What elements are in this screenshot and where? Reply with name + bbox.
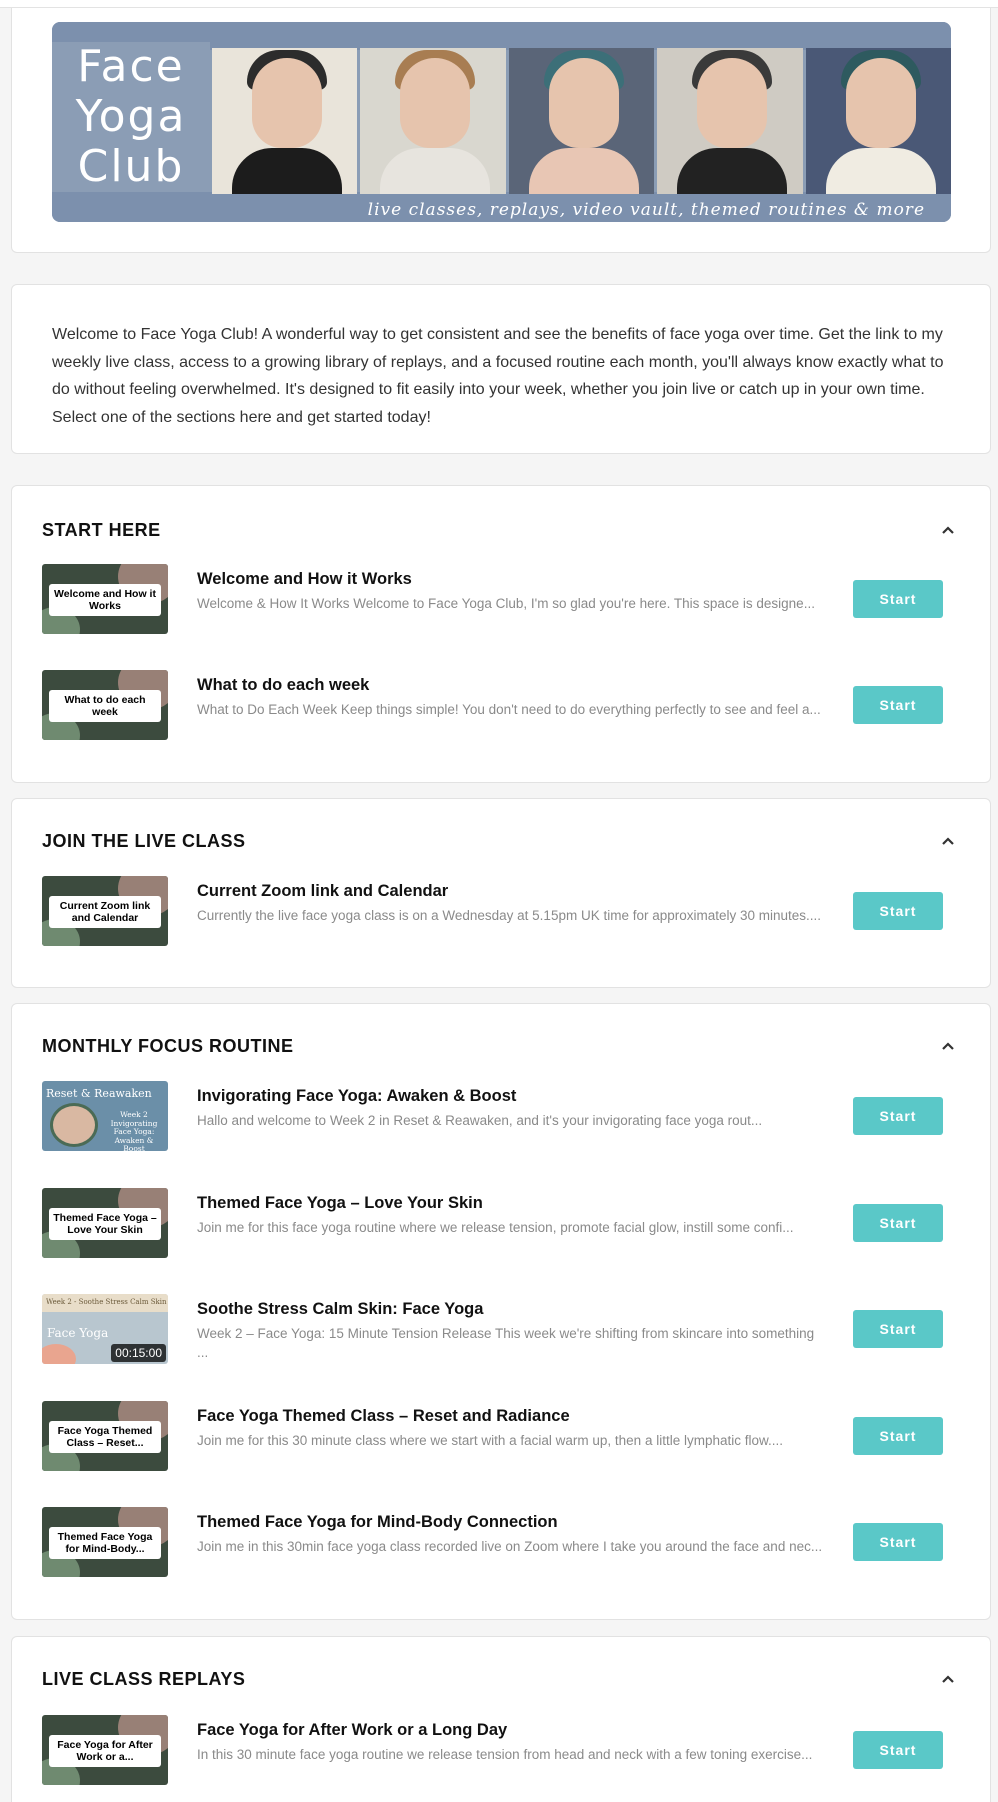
lesson-item[interactable]: Week 2 - Soothe Stress Calm Skin Face Yo…: [42, 1294, 962, 1364]
lesson-item[interactable]: Face Yoga for After Work or a... Face Yo…: [42, 1715, 962, 1785]
collapse-chevron-icon[interactable]: [940, 522, 956, 538]
thumbnail-title: Reset & Reawaken: [46, 1087, 152, 1100]
banner-photo: [805, 48, 951, 194]
start-button[interactable]: Start: [853, 1731, 943, 1769]
intro-card: Welcome to Face Yoga Club! A wonderful w…: [11, 284, 991, 454]
lesson-thumbnail[interactable]: Current Zoom link and Calendar: [42, 876, 168, 946]
start-button[interactable]: Start: [853, 686, 943, 724]
flower-decoration: [42, 1344, 76, 1364]
logo-text: Face: [77, 41, 185, 92]
collapse-chevron-icon[interactable]: [940, 1038, 956, 1054]
start-button[interactable]: Start: [853, 1523, 943, 1561]
thumbnail-face-photo: [50, 1103, 98, 1147]
lesson-item[interactable]: Welcome and How it Works Welcome and How…: [42, 564, 962, 634]
banner-tagline: live classes, replays, video vault, them…: [367, 200, 925, 220]
lesson-description: Join me for this face yoga routine where…: [197, 1220, 794, 1235]
lesson-title[interactable]: What to do each week: [197, 676, 369, 695]
lesson-description: Join me for this 30 minute class where w…: [197, 1433, 783, 1448]
lesson-item[interactable]: Themed Face Yoga for Mind-Body... Themed…: [42, 1507, 962, 1577]
collapse-chevron-icon[interactable]: [940, 833, 956, 849]
section-live-class-replays: LIVE CLASS REPLAYS Face Yoga for After W…: [11, 1636, 991, 1802]
course-banner: Face Yoga Club live classes, replays, vi…: [52, 22, 951, 222]
lesson-description: What to Do Each Week Keep things simple!…: [197, 702, 821, 717]
section-title: LIVE CLASS REPLAYS: [42, 1669, 246, 1689]
start-button[interactable]: Start: [853, 1097, 943, 1135]
thumbnail-title: Week 2 - Soothe Stress Calm Skin: [46, 1298, 167, 1306]
lesson-title[interactable]: Current Zoom link and Calendar: [197, 882, 448, 901]
lesson-thumbnail[interactable]: Face Yoga for After Work or a...: [42, 1715, 168, 1785]
lesson-title[interactable]: Face Yoga for After Work or a Long Day: [197, 1721, 507, 1740]
banner-card: Face Yoga Club live classes, replays, vi…: [11, 8, 991, 253]
thumbnail-label: Themed Face Yoga – Love Your Skin: [49, 1208, 161, 1240]
lesson-item[interactable]: Face Yoga Themed Class – Reset... Face Y…: [42, 1401, 962, 1471]
thumbnail-label: Themed Face Yoga for Mind-Body...: [49, 1527, 161, 1559]
section-title: MONTHLY FOCUS ROUTINE: [42, 1036, 294, 1056]
lesson-thumbnail[interactable]: Themed Face Yoga – Love Your Skin: [42, 1188, 168, 1258]
collapse-chevron-icon[interactable]: [940, 1671, 956, 1687]
section-title: JOIN THE LIVE CLASS: [42, 831, 246, 851]
section-start-here: START HERE Welcome and How it Works Welc…: [11, 485, 991, 783]
thumbnail-label: Face Yoga for After Work or a...: [49, 1735, 161, 1767]
video-duration: 00:15:00: [111, 1344, 166, 1362]
lesson-description: Week 2 – Face Yoga: 15 Minute Tension Re…: [197, 1326, 815, 1360]
lesson-thumbnail[interactable]: Themed Face Yoga for Mind-Body...: [42, 1507, 168, 1577]
lesson-item[interactable]: Current Zoom link and Calendar Current Z…: [42, 876, 962, 946]
logo-text: Yoga: [75, 91, 187, 142]
lesson-description: Welcome & How It Works Welcome to Face Y…: [197, 596, 815, 611]
start-button[interactable]: Start: [853, 1417, 943, 1455]
banner-photo: [360, 48, 506, 194]
lesson-title[interactable]: Soothe Stress Calm Skin: Face Yoga: [197, 1300, 483, 1319]
thumbnail-label: Welcome and How it Works: [49, 584, 161, 616]
banner-photo: [508, 48, 655, 194]
section-monthly-focus-routine: MONTHLY FOCUS ROUTINE Reset & Reawaken W…: [11, 1003, 991, 1620]
lesson-description: Join me in this 30min face yoga class re…: [197, 1539, 823, 1554]
lesson-title[interactable]: Themed Face Yoga – Love Your Skin: [197, 1194, 483, 1213]
logo-text: Club: [77, 141, 185, 192]
section-title: START HERE: [42, 520, 161, 540]
start-button[interactable]: Start: [853, 1310, 943, 1348]
start-button[interactable]: Start: [853, 1204, 943, 1242]
lesson-item[interactable]: Reset & Reawaken Week 2 Invigorating Fac…: [42, 1081, 962, 1151]
lesson-thumbnail[interactable]: Welcome and How it Works: [42, 564, 168, 634]
start-button[interactable]: Start: [853, 580, 943, 618]
lesson-description: In this 30 minute face yoga routine we r…: [197, 1747, 813, 1762]
lesson-title[interactable]: Welcome and How it Works: [197, 570, 412, 589]
intro-text: Welcome to Face Yoga Club! A wonderful w…: [52, 326, 944, 426]
lesson-title[interactable]: Invigorating Face Yoga: Awaken & Boost: [197, 1087, 516, 1106]
lesson-thumbnail[interactable]: Week 2 - Soothe Stress Calm Skin Face Yo…: [42, 1294, 168, 1364]
lesson-item[interactable]: Themed Face Yoga – Love Your Skin Themed…: [42, 1188, 962, 1258]
lesson-description: Currently the live face yoga class is on…: [197, 908, 822, 923]
lesson-thumbnail[interactable]: Face Yoga Themed Class – Reset...: [42, 1401, 168, 1471]
thumbnail-subtitle: Week 2 Invigorating Face Yoga: Awaken & …: [110, 1110, 158, 1151]
banner-photo: [212, 48, 358, 194]
section-join-live-class: JOIN THE LIVE CLASS Current Zoom link an…: [11, 798, 991, 988]
thumbnail-label: What to do each week: [49, 690, 161, 722]
banner-photo-strip: [212, 48, 951, 194]
lesson-title[interactable]: Face Yoga Themed Class – Reset and Radia…: [197, 1407, 570, 1426]
start-button[interactable]: Start: [853, 892, 943, 930]
banner-photo: [657, 48, 803, 194]
top-divider: [0, 0, 998, 8]
thumbnail-heading: Face Yoga: [47, 1326, 109, 1340]
thumbnail-label: Face Yoga Themed Class – Reset...: [49, 1421, 161, 1453]
lesson-thumbnail[interactable]: What to do each week: [42, 670, 168, 740]
lesson-title[interactable]: Themed Face Yoga for Mind-Body Connectio…: [197, 1513, 558, 1532]
thumbnail-label: Current Zoom link and Calendar: [49, 896, 161, 928]
lesson-thumbnail[interactable]: Reset & Reawaken Week 2 Invigorating Fac…: [42, 1081, 168, 1151]
lesson-description: Hallo and welcome to Week 2 in Reset & R…: [197, 1113, 763, 1128]
brand-logo: Face Yoga Club: [52, 42, 210, 192]
lesson-item[interactable]: What to do each week What to do each wee…: [42, 670, 962, 740]
